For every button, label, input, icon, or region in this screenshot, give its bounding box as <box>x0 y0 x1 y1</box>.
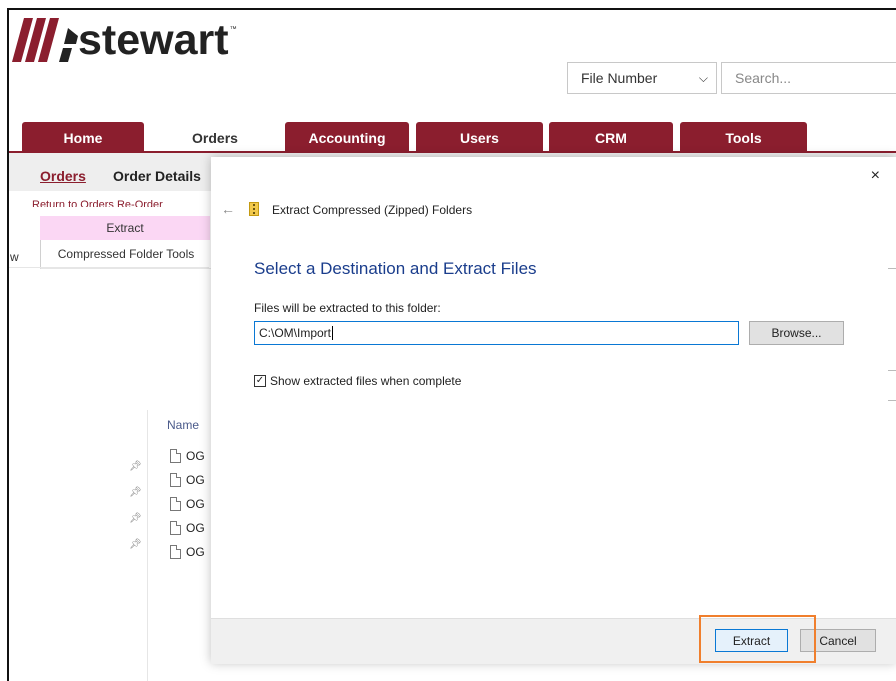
search-filter-select[interactable]: File Number ⌵ <box>567 62 717 94</box>
zip-folder-icon <box>249 202 259 216</box>
frame-border-left <box>7 8 9 681</box>
chevron-down-icon: ⌵ <box>698 71 708 85</box>
browse-button[interactable]: Browse... <box>749 321 844 345</box>
close-icon[interactable]: × <box>871 167 880 185</box>
tab-home[interactable]: Home <box>22 122 144 153</box>
ribbon-tools-label: Compressed Folder Tools <box>57 247 195 261</box>
show-files-checkbox[interactable]: ✓ <box>254 375 266 387</box>
file-icon <box>170 449 181 463</box>
logo-slashes-icon <box>12 18 78 62</box>
subnav-orders-link[interactable]: Orders <box>40 168 86 184</box>
dialog-title: Extract Compressed (Zipped) Folders <box>272 203 473 217</box>
search-filter-value: File Number <box>581 70 658 86</box>
screenshot-frame: stewart ™ File Number ⌵ Search... Home O… <box>0 0 896 681</box>
destination-label: Files will be extracted to this folder: <box>254 301 441 315</box>
tab-label: Home <box>63 129 103 146</box>
logo-wordmark: stewart <box>78 16 229 64</box>
edge-line <box>888 400 896 401</box>
file-icon <box>170 521 181 535</box>
tab-label: Tools <box>725 129 762 146</box>
edge-line <box>888 268 896 269</box>
file-icon <box>170 497 181 511</box>
destination-path-input[interactable]: C:\OM\Import <box>254 321 739 345</box>
list-item[interactable]: OG <box>170 446 205 466</box>
destination-path-value: C:\OM\Import <box>259 326 332 340</box>
browse-label: Browse... <box>771 326 822 340</box>
file-name: OG <box>186 473 205 487</box>
tab-orders[interactable]: Orders <box>151 122 279 153</box>
ribbon-extract-label: Extract <box>106 221 144 235</box>
ribbon-extract-tab[interactable]: Extract <box>40 216 210 240</box>
search-placeholder: Search... <box>735 70 792 86</box>
list-item[interactable]: OG <box>170 494 205 514</box>
frame-border-top <box>7 8 896 10</box>
file-icon <box>170 545 181 559</box>
file-name: OG <box>186 497 205 511</box>
list-item[interactable]: OG <box>170 542 205 562</box>
ribbon-divider <box>9 267 209 268</box>
text-caret <box>332 326 334 340</box>
pin-icon[interactable]: 📌︎ <box>129 539 142 550</box>
tab-label: Accounting <box>308 129 386 146</box>
tab-crm[interactable]: CRM <box>549 122 673 153</box>
extract-highlight-box <box>699 615 816 663</box>
cancel-label: Cancel <box>819 633 857 648</box>
pin-icon[interactable]: 📌︎ <box>129 487 142 498</box>
pin-icon[interactable]: 📌︎ <box>129 461 142 472</box>
back-arrow-icon[interactable]: ← <box>221 201 235 217</box>
tab-label: Users <box>460 129 499 146</box>
show-files-label: Show extracted files when complete <box>270 374 462 388</box>
list-item[interactable]: OG <box>170 470 205 490</box>
extract-dialog: × ← Extract Compressed (Zipped) Folders … <box>211 157 896 664</box>
tab-label: Orders <box>192 129 238 146</box>
ribbon-view-tab-fragment[interactable]: w <box>10 250 19 264</box>
column-header-name[interactable]: Name <box>167 418 199 432</box>
subnav-order-details[interactable]: Order Details <box>113 168 201 184</box>
file-name: OG <box>186 449 205 463</box>
pin-icon[interactable]: 📌︎ <box>129 513 142 524</box>
file-icon <box>170 473 181 487</box>
breadcrumb[interactable]: Return to Orders Re-Order <box>32 199 208 207</box>
tab-label: CRM <box>595 129 627 146</box>
list-item[interactable]: OG <box>170 518 205 538</box>
tab-accounting[interactable]: Accounting <box>285 122 409 153</box>
file-name: OG <box>186 545 205 559</box>
edge-line <box>888 370 896 371</box>
logo-trademark: ™ <box>229 26 237 33</box>
stewart-logo[interactable]: stewart ™ <box>12 18 237 70</box>
file-name: OG <box>186 521 205 535</box>
ribbon-compressed-folder-tools[interactable]: Compressed Folder Tools <box>40 240 211 269</box>
tab-tools[interactable]: Tools <box>680 122 807 153</box>
search-input[interactable]: Search... <box>721 62 896 94</box>
tab-users[interactable]: Users <box>416 122 543 153</box>
dialog-heading: Select a Destination and Extract Files <box>254 259 537 278</box>
show-files-checkbox-row[interactable]: ✓ Show extracted files when complete <box>254 374 461 388</box>
explorer-pane-divider <box>147 410 148 681</box>
